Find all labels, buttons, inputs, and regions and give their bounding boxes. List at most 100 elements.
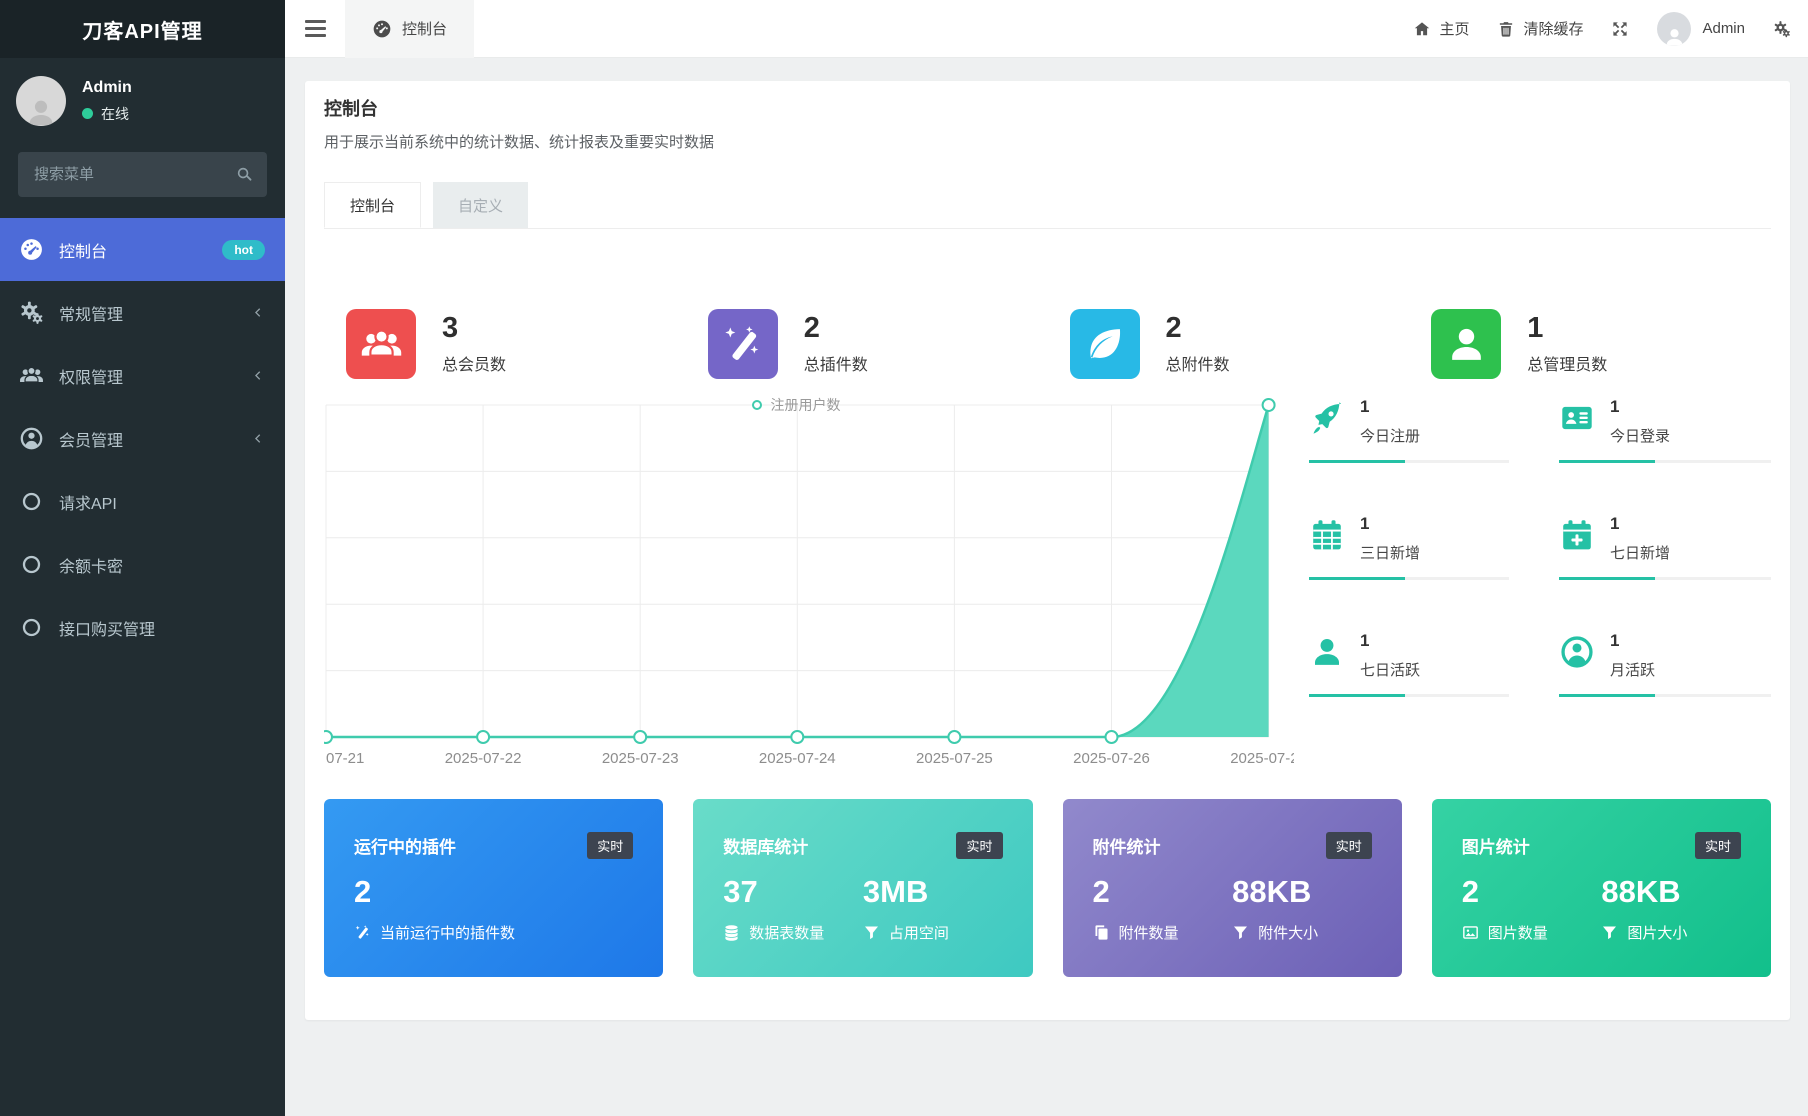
users-icon	[360, 323, 403, 366]
user-menu[interactable]: Admin	[1657, 12, 1745, 46]
stat-label: 总管理员数	[1527, 351, 1607, 375]
leaf-icon	[1070, 309, 1140, 379]
user-icon	[1445, 323, 1488, 366]
divider	[1559, 577, 1771, 580]
circle-icon	[19, 552, 44, 577]
hamburger-menu-icon[interactable]	[285, 0, 345, 58]
mini-stat-label: 七日新增	[1610, 542, 1670, 563]
gears-icon	[19, 300, 44, 325]
chevron-left-icon	[250, 305, 265, 320]
stat-total-plugins: 2 总插件数	[686, 309, 1048, 379]
user-icon	[24, 96, 58, 126]
magic-wand-icon	[354, 924, 371, 941]
content: 控制台 用于展示当前系统中的统计数据、统计报表及重要实时数据 控制台 自定义 3	[285, 58, 1808, 1116]
mini-stat-3day-new: 1 三日新增	[1309, 514, 1509, 631]
mini-stat-value: 1	[1610, 397, 1670, 417]
area-chart-canvas: 07-212025-07-222025-07-232025-07-242025-…	[324, 391, 1294, 773]
magic-wand-icon	[721, 323, 764, 366]
metric-value: 2	[1462, 874, 1602, 910]
topbar-tab-label: 控制台	[402, 18, 447, 39]
mini-stat-value: 1	[1610, 631, 1655, 651]
database-icon	[723, 924, 740, 941]
metric-value: 37	[723, 874, 863, 910]
dashboard-panel: 控制台 用于展示当前系统中的统计数据、统计报表及重要实时数据 控制台 自定义 3	[305, 81, 1790, 1020]
svg-text:2025-07-27: 2025-07-27	[1230, 750, 1294, 767]
sidebar-item-label: 权限管理	[59, 364, 123, 388]
search-input[interactable]	[18, 152, 267, 197]
mini-stat-label: 三日新增	[1360, 542, 1420, 563]
sidebar-item-general[interactable]: 常规管理	[0, 281, 285, 344]
calendar-plus-icon	[1559, 517, 1595, 553]
mini-stat-value: 1	[1610, 514, 1670, 534]
sidebar-item-balance-cards[interactable]: 余额卡密	[0, 533, 285, 596]
filter-icon	[1601, 924, 1618, 941]
metric-value: 88KB	[1232, 874, 1372, 910]
user-status-label: 在线	[101, 104, 129, 124]
tab-custom[interactable]: 自定义	[433, 182, 528, 228]
svg-text:2025-07-22: 2025-07-22	[445, 750, 522, 767]
sidebar-item-request-api[interactable]: 请求API	[0, 470, 285, 533]
metric: 2 附件数量	[1093, 874, 1233, 943]
svg-text:2025-07-25: 2025-07-25	[916, 750, 993, 767]
user-icon	[1431, 309, 1501, 379]
metric-value: 2	[354, 874, 633, 910]
tab-dashboard[interactable]: 控制台	[324, 182, 421, 228]
sidebar-item-label: 常规管理	[59, 301, 123, 325]
clear-cache-link[interactable]: 清除缓存	[1497, 18, 1583, 39]
user-menu-label: Admin	[1702, 20, 1745, 37]
fullscreen-icon[interactable]	[1611, 20, 1629, 38]
mini-stat-today-registered: 1 今日注册	[1309, 397, 1509, 514]
app-logo: 刀客API管理	[0, 0, 285, 58]
search-icon[interactable]	[235, 165, 254, 184]
metric-label: 附件数量	[1119, 922, 1179, 943]
settings-gears-icon[interactable]	[1773, 20, 1791, 38]
sidebar-menu: 控制台 hot 常规管理 权限管理 会员管理 请求API	[0, 218, 285, 659]
chart-legend[interactable]: 注册用户数	[324, 395, 1268, 415]
card-attachment-stats: 附件统计 实时 2 附件数量	[1063, 799, 1402, 977]
realtime-badge: 实时	[1695, 832, 1741, 859]
chevron-left-icon	[250, 368, 265, 383]
stat-label: 总会员数	[442, 351, 506, 375]
divider	[1309, 694, 1509, 697]
circle-icon	[19, 489, 44, 514]
mini-stat-value: 1	[1360, 397, 1420, 417]
legend-label: 注册用户数	[771, 395, 841, 415]
panel-tabs: 控制台 自定义	[324, 182, 1771, 229]
sidebar-item-api-purchase[interactable]: 接口购买管理	[0, 596, 285, 659]
user-icon	[1663, 26, 1686, 46]
mini-stat-7day-new: 1 七日新增	[1559, 514, 1771, 631]
divider	[1559, 694, 1771, 697]
mini-stat-7day-active: 1 七日活跃	[1309, 631, 1509, 748]
metric: 88KB 附件大小	[1232, 874, 1372, 943]
mini-stat-value: 1	[1360, 514, 1420, 534]
metric-label: 附件大小	[1258, 922, 1318, 943]
chart-row: 07-212025-07-222025-07-232025-07-242025-…	[324, 391, 1771, 773]
user-name: Admin	[82, 79, 132, 97]
mini-stat-value: 1	[1360, 631, 1420, 651]
summary-cards-row: 运行中的插件 实时 2 当前运行中的插件数	[324, 799, 1771, 977]
clear-cache-label: 清除缓存	[1523, 18, 1583, 39]
sidebar-item-permissions[interactable]: 权限管理	[0, 344, 285, 407]
page-subtitle: 用于展示当前系统中的统计数据、统计报表及重要实时数据	[324, 131, 1771, 152]
sidebar-item-members[interactable]: 会员管理	[0, 407, 285, 470]
mini-stats-grid: 1 今日注册 1 今日登录	[1309, 391, 1771, 773]
card-title: 运行中的插件	[354, 833, 456, 858]
home-link[interactable]: 主页	[1413, 18, 1469, 39]
topbar-tab-dashboard[interactable]: 控制台	[345, 0, 474, 58]
dashboard-icon	[372, 19, 392, 39]
copy-icon	[1093, 924, 1110, 941]
user-icon	[1309, 634, 1345, 670]
stat-total-members: 3 总会员数	[324, 309, 686, 379]
sidebar-item-dashboard[interactable]: 控制台 hot	[0, 218, 285, 281]
leaf-icon	[1083, 323, 1126, 366]
stat-total-attachments: 2 总附件数	[1048, 309, 1410, 379]
metric-value: 88KB	[1601, 874, 1741, 910]
metric-label: 图片大小	[1627, 922, 1687, 943]
users-icon	[346, 309, 416, 379]
stat-value: 2	[804, 314, 868, 343]
calendar-icon	[1309, 517, 1345, 553]
sidebar-user-panel: Admin 在线	[0, 58, 285, 140]
mini-stat-label: 七日活跃	[1360, 659, 1420, 680]
main-area: 控制台 主页 清除缓存 Admin	[285, 0, 1808, 1116]
sidebar: 刀客API管理 Admin 在线 控制台 hot	[0, 0, 285, 1116]
